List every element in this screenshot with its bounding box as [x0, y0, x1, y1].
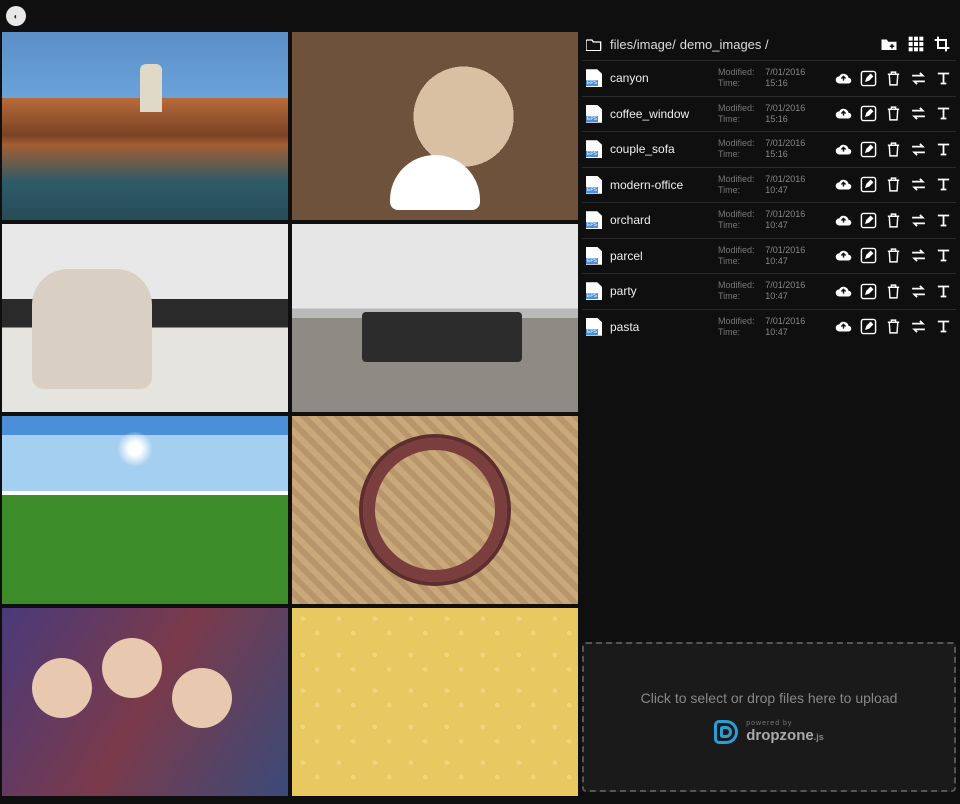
file-name: party — [610, 284, 710, 298]
file-row[interactable]: party Modified:7/01/2016Time:10:47 — [582, 273, 956, 309]
dropzone-prompt: Click to select or drop files here to up… — [641, 690, 898, 706]
file-row[interactable]: couple_sofa Modified:7/01/2016Time:15:16 — [582, 131, 956, 167]
file-name: parcel — [610, 249, 710, 263]
thumbnail-couple_sofa[interactable] — [2, 224, 288, 412]
dropzone-brand: powered by dropzone.js — [714, 720, 824, 744]
upload-cloud-icon[interactable] — [835, 70, 852, 87]
edit-icon[interactable] — [860, 283, 877, 300]
delete-icon[interactable] — [885, 176, 902, 193]
file-type-icon — [586, 318, 602, 336]
edit-icon[interactable] — [860, 70, 877, 87]
file-type-icon — [586, 105, 602, 123]
file-panel: files/image/ demo_images / canyon Modifie… — [582, 32, 960, 804]
rename-icon[interactable] — [935, 141, 952, 158]
file-meta: Modified:7/01/2016Time:10:47 — [718, 174, 810, 197]
swap-icon[interactable] — [910, 318, 927, 335]
delete-icon[interactable] — [885, 141, 902, 158]
delete-icon[interactable] — [885, 212, 902, 229]
file-meta: Modified:7/01/2016Time:15:16 — [718, 103, 810, 126]
file-name: coffee_window — [610, 107, 710, 121]
thumbnail-party[interactable] — [2, 608, 288, 796]
upload-cloud-icon[interactable] — [835, 247, 852, 264]
breadcrumb-part[interactable]: demo_images / — [680, 37, 769, 52]
delete-icon[interactable] — [885, 105, 902, 122]
thumbnail-coffee_window[interactable] — [292, 32, 578, 220]
file-meta: Modified:7/01/2016Time:10:47 — [718, 316, 810, 339]
file-list: canyonModified:7/01/2016Time:15:16coffee… — [582, 60, 956, 344]
file-row[interactable]: coffee_window Modified:7/01/2016Time:15:1… — [582, 96, 956, 132]
file-name: orchard — [610, 213, 710, 227]
edit-icon[interactable] — [860, 247, 877, 264]
crop-button[interactable] — [934, 36, 950, 52]
file-type-icon — [586, 176, 602, 194]
app-logo[interactable]: ◐ — [6, 6, 26, 26]
thumbnail-orchard[interactable] — [2, 416, 288, 604]
grid-view-button[interactable] — [908, 36, 924, 52]
file-meta: Modified:7/01/2016Time:15:16 — [718, 67, 810, 90]
upload-cloud-icon[interactable] — [835, 212, 852, 229]
folder-icon — [586, 37, 602, 51]
file-row[interactable]: pasta Modified:7/01/2016Time:10:47 — [582, 309, 956, 345]
file-meta: Modified:7/01/2016Time:10:47 — [718, 245, 810, 268]
breadcrumb-row: files/image/ demo_images / — [582, 32, 956, 60]
rename-icon[interactable] — [935, 176, 952, 193]
file-meta: Modified:7/01/2016Time:10:47 — [718, 209, 810, 232]
swap-icon[interactable] — [910, 176, 927, 193]
file-type-icon — [586, 211, 602, 229]
file-meta: Modified:7/01/2016Time:10:47 — [718, 280, 810, 303]
edit-icon[interactable] — [860, 105, 877, 122]
delete-icon[interactable] — [885, 283, 902, 300]
new-folder-button[interactable] — [880, 36, 898, 52]
swap-icon[interactable] — [910, 105, 927, 122]
upload-cloud-icon[interactable] — [835, 105, 852, 122]
file-name: modern-office — [610, 178, 710, 192]
swap-icon[interactable] — [910, 141, 927, 158]
swap-icon[interactable] — [910, 212, 927, 229]
upload-cloud-icon[interactable] — [835, 141, 852, 158]
file-name: pasta — [610, 320, 710, 334]
upload-cloud-icon[interactable] — [835, 176, 852, 193]
thumbnail-canyon[interactable] — [2, 32, 288, 220]
swap-icon[interactable] — [910, 283, 927, 300]
delete-icon[interactable] — [885, 318, 902, 335]
file-type-icon — [586, 140, 602, 158]
edit-icon[interactable] — [860, 212, 877, 229]
dropzone-logo-icon — [714, 720, 738, 744]
thumbnail-parcel[interactable] — [292, 416, 578, 604]
file-type-icon — [586, 69, 602, 87]
thumbnail-grid — [2, 32, 578, 804]
file-row[interactable]: modern-office Modified:7/01/2016Time:10:4… — [582, 167, 956, 203]
rename-icon[interactable] — [935, 212, 952, 229]
upload-cloud-icon[interactable] — [835, 283, 852, 300]
edit-icon[interactable] — [860, 318, 877, 335]
thumbnail-modern-office[interactable] — [292, 224, 578, 412]
thumbnail-pasta[interactable] — [292, 608, 578, 796]
rename-icon[interactable] — [935, 283, 952, 300]
delete-icon[interactable] — [885, 70, 902, 87]
rename-icon[interactable] — [935, 70, 952, 87]
file-row[interactable]: parcel Modified:7/01/2016Time:10:47 — [582, 238, 956, 274]
edit-icon[interactable] — [860, 141, 877, 158]
file-type-icon — [586, 247, 602, 265]
swap-icon[interactable] — [910, 247, 927, 264]
swap-icon[interactable] — [910, 70, 927, 87]
rename-icon[interactable] — [935, 105, 952, 122]
dropzone[interactable]: Click to select or drop files here to up… — [582, 642, 956, 792]
rename-icon[interactable] — [935, 247, 952, 264]
upload-cloud-icon[interactable] — [835, 318, 852, 335]
breadcrumb-part[interactable]: files/image/ — [610, 37, 676, 52]
file-row[interactable]: canyon Modified:7/01/2016Time:15:16 — [582, 60, 956, 96]
file-row[interactable]: orchard Modified:7/01/2016Time:10:47 — [582, 202, 956, 238]
delete-icon[interactable] — [885, 247, 902, 264]
file-name: couple_sofa — [610, 142, 710, 156]
rename-icon[interactable] — [935, 318, 952, 335]
file-meta: Modified:7/01/2016Time:15:16 — [718, 138, 810, 161]
file-type-icon — [586, 282, 602, 300]
edit-icon[interactable] — [860, 176, 877, 193]
file-name: canyon — [610, 71, 710, 85]
